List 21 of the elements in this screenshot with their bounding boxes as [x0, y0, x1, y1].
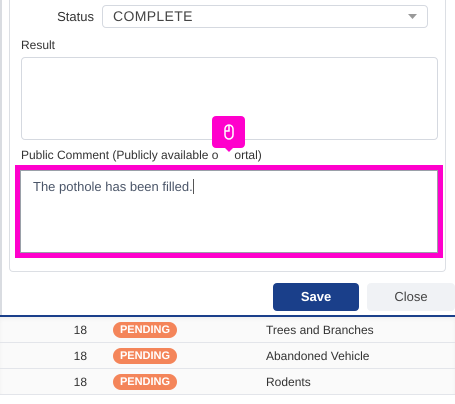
result-label: Result: [21, 37, 56, 54]
close-button[interactable]: Close: [367, 283, 455, 311]
comment-label: ortal): [234, 147, 262, 164]
table-cell-text: Abandoned Vehicle: [266, 348, 370, 364]
mouse-icon: [224, 124, 234, 140]
status-badge: PENDING: [113, 322, 177, 338]
caret-icon: [408, 14, 417, 19]
table-cell-text: 18: [72, 322, 88, 338]
table-cell-text: Trees and Branches: [266, 322, 374, 338]
status-badge: PENDING: [113, 374, 177, 390]
status-label: Status: [56, 8, 95, 26]
table-cell-text: Rodents: [266, 374, 311, 390]
text-cursor: [192, 179, 194, 194]
status-dropdown[interactable]: COMPLETE: [102, 5, 428, 28]
comment-field[interactable]: The pothole has been filled.: [20, 170, 438, 253]
result-field[interactable]: [21, 57, 438, 140]
table-cell-text: 18: [72, 374, 88, 390]
status-badge: PENDING: [113, 348, 177, 364]
comment-label: Public Comment (Publicly available o: [21, 147, 218, 164]
save-button[interactable]: Save: [273, 283, 359, 311]
table-cell-text: 18: [72, 348, 88, 364]
